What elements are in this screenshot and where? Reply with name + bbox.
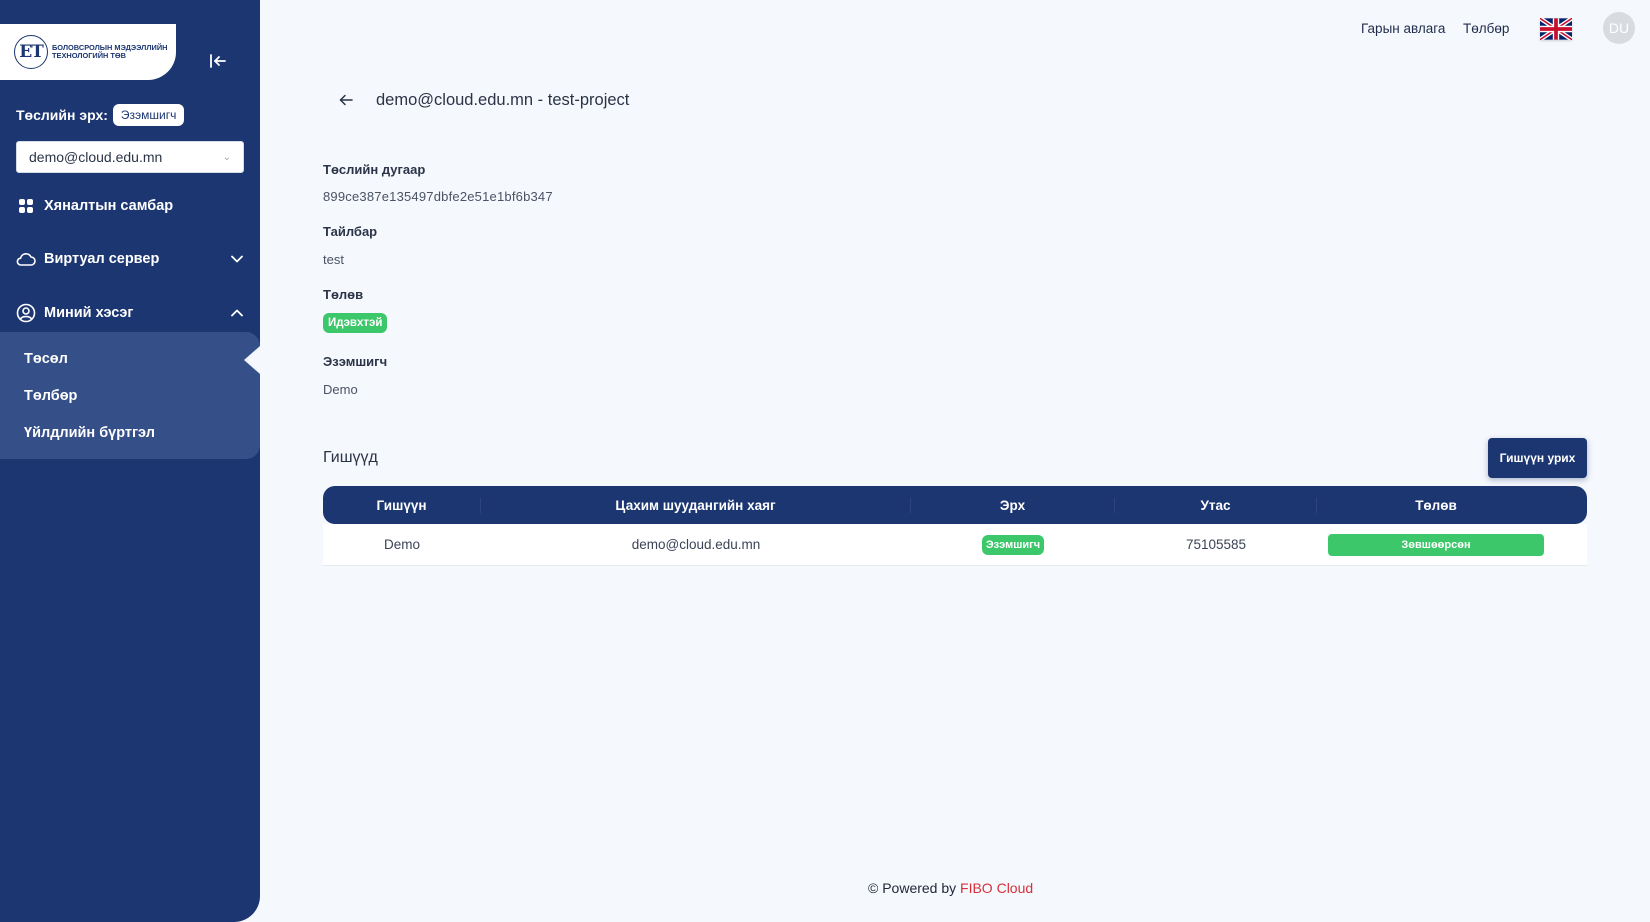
user-circle-icon xyxy=(16,303,36,323)
logo[interactable]: ЕТ Боловсролын мэдээллийн технологийн тө… xyxy=(0,24,176,80)
table-row: Demo demo@cloud.edu.mn Эзэмшигч 75105585… xyxy=(323,524,1587,566)
cell-member: Demo xyxy=(383,537,420,552)
submenu-item-payment[interactable]: Төлбөр xyxy=(24,388,77,404)
project-select[interactable]: demo@cloud.edu.mn ⌄ xyxy=(16,141,244,173)
project-id-value: 899ce387e135497dbfe2e51e1bf6b347 xyxy=(323,189,553,204)
project-select-value: demo@cloud.edu.mn xyxy=(29,149,163,165)
grid-icon xyxy=(16,196,36,216)
cell-phone: 75105585 xyxy=(1185,537,1247,552)
column-header-phone: Утас xyxy=(1115,497,1317,513)
role-badge: Эзэмшигч xyxy=(981,534,1045,555)
collapse-sidebar-button[interactable] xyxy=(205,50,231,72)
footer-prefix: © Powered by xyxy=(868,880,957,896)
cloud-icon xyxy=(16,249,36,269)
project-role-badge: Эзэмшигч xyxy=(112,104,185,126)
description-label: Тайлбар xyxy=(323,224,378,239)
nav-my-account-label: Миний хэсэг xyxy=(44,305,134,321)
sidebar: ЕТ Боловсролын мэдээллийн технологийн тө… xyxy=(0,0,260,922)
active-indicator xyxy=(244,346,260,374)
owner-value: Demo xyxy=(323,382,358,397)
table-header: Гишүүн Цахим шуудангийн хаяг Эрх Утас Тө… xyxy=(323,486,1587,524)
nav-my-account[interactable]: Миний хэсэг xyxy=(16,301,244,325)
page-title: demo@cloud.edu.mn - test-project xyxy=(376,91,630,109)
avatar[interactable]: DU xyxy=(1603,12,1635,44)
nav-dashboard-label: Хяналтын самбар xyxy=(44,198,174,214)
project-id-label: Төслийн дугаар xyxy=(323,162,426,177)
status-badge: Идэвхтэй xyxy=(323,313,388,333)
project-role: Төслийн эрх: Эзэмшигч xyxy=(16,104,185,126)
footer-brand-link[interactable]: FIBO Cloud xyxy=(960,880,1033,896)
nav-virtual-server[interactable]: Виртуал сервер xyxy=(16,247,244,271)
payment-link[interactable]: Төлбөр xyxy=(1463,21,1509,36)
logo-mark: ЕТ xyxy=(14,35,48,69)
description-value: test xyxy=(323,252,344,267)
cell-email: demo@cloud.edu.mn xyxy=(631,537,761,552)
column-header-status: Төлөв xyxy=(1415,497,1457,513)
nav-dashboard[interactable]: Хяналтын самбар xyxy=(16,194,244,218)
uk-flag-icon[interactable] xyxy=(1538,16,1574,42)
arrow-left-icon xyxy=(339,94,353,106)
chevron-down-icon: ⌄ xyxy=(222,151,231,163)
column-header-email: Цахим шуудангийн хаяг xyxy=(481,497,911,513)
collapse-left-icon xyxy=(210,54,226,68)
status-badge: Зөвшөөрсөн xyxy=(1328,533,1544,556)
status-label: Төлөв xyxy=(323,287,364,302)
project-role-label: Төслийн эрх: xyxy=(16,107,108,123)
chevron-down-icon xyxy=(230,252,244,266)
logo-text: Боловсролын мэдээллийн технологийн төв xyxy=(52,43,168,60)
members-table: Гишүүн Цахим шуудангийн хаяг Эрх Утас Тө… xyxy=(323,486,1587,566)
column-header-member: Гишүүн xyxy=(323,497,481,513)
members-title: Гишүүд xyxy=(323,449,378,466)
cell-role: Эзэмшигч xyxy=(911,534,1115,555)
owner-label: Эзэмшигч xyxy=(323,354,388,369)
chevron-up-icon xyxy=(230,306,244,320)
invite-member-button[interactable]: Гишүүн урих xyxy=(1488,438,1587,478)
back-button[interactable] xyxy=(336,90,356,110)
submenu-item-project[interactable]: Төсөл xyxy=(24,351,68,367)
nav-virtual-server-label: Виртуал сервер xyxy=(44,251,160,267)
cell-status: Зөвшөөрсөн xyxy=(1317,533,1555,556)
guide-link[interactable]: Гарын авлага xyxy=(1361,21,1445,36)
column-header-role: Эрх xyxy=(911,497,1115,513)
submenu-item-activity-log[interactable]: Үйлдлийн бүртгэл xyxy=(24,425,155,441)
footer: © Powered by FIBO Cloud xyxy=(868,880,1033,896)
